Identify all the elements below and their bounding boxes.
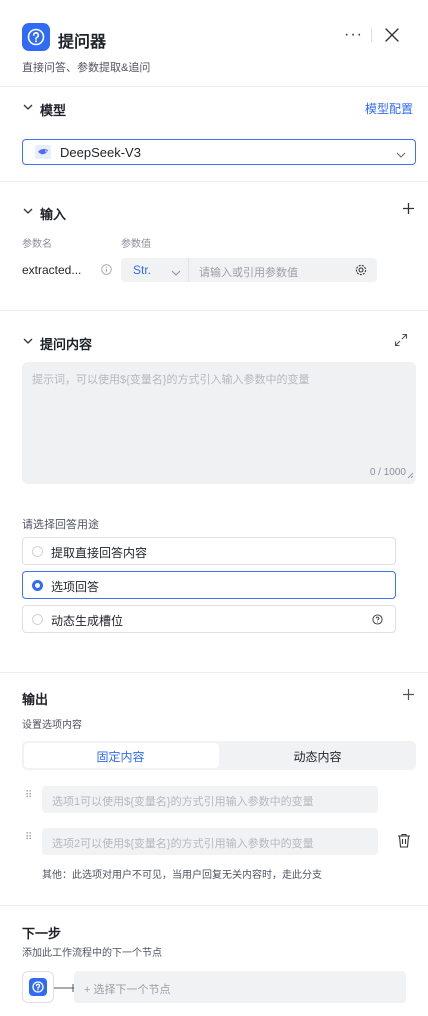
info-icon[interactable]: [101, 264, 112, 278]
divider: [0, 181, 428, 182]
question-node-icon: [29, 978, 47, 996]
tab-dynamic-content[interactable]: 动态内容: [219, 748, 416, 765]
close-icon[interactable]: [384, 27, 400, 46]
resize-handle-icon[interactable]: [407, 468, 414, 482]
output-mode-tabs: 固定内容 动态内容: [22, 741, 416, 770]
selected-model-name: DeepSeek-V3: [60, 145, 141, 160]
radio-button[interactable]: [32, 614, 43, 625]
option1-input[interactable]: 选项1可以使用${变量名}的方式引用输入参数中的变量: [42, 786, 378, 813]
question-textarea[interactable]: 提示词，可以使用${变量名}的方式引入输入参数中的变量 0 / 1000: [22, 362, 416, 484]
model-select[interactable]: DeepSeek-V3: [22, 139, 416, 165]
output-section-title: 输出: [22, 692, 49, 707]
radio-option-direct-answer[interactable]: 提取直接回答内容: [22, 537, 396, 565]
next-section-description: 添加此工作流程中的下一个节点: [22, 948, 162, 959]
param-name: extracted...: [22, 263, 82, 277]
input-section-title: 输入: [40, 207, 67, 222]
param-value-placeholder: 请输入或引用参数值: [199, 267, 298, 279]
param-type-select[interactable]: Str.: [121, 258, 188, 282]
divider: [0, 86, 428, 87]
next-node-select[interactable]: + 选择下一个节点: [74, 971, 406, 1003]
help-icon[interactable]: [372, 614, 383, 628]
tab-fixed-content[interactable]: 固定内容: [22, 748, 219, 765]
question-section-title: 提问内容: [40, 337, 93, 352]
divider: [0, 672, 428, 673]
param-value-input[interactable]: 请输入或引用参数值: [188, 258, 377, 282]
deepseek-logo-icon: [35, 145, 51, 159]
add-output-icon[interactable]: [402, 688, 415, 704]
drag-handle-icon[interactable]: ⠿: [25, 833, 32, 843]
radio-option-dynamic-slot[interactable]: 动态生成槽位: [22, 605, 396, 633]
next-section-title: 下一步: [22, 926, 62, 941]
other-option-note: 其他：此选项对用户不可见，当用户回复无关内容时，走此分支: [42, 870, 322, 881]
chevron-down-icon: [171, 266, 181, 280]
collapse-chevron-icon[interactable]: [22, 205, 34, 220]
model-section-title: 模型: [40, 103, 67, 118]
char-counter: 0 / 1000: [369, 467, 406, 478]
divider: [0, 905, 428, 906]
option1-placeholder: 选项1可以使用${变量名}的方式引用输入参数中的变量: [52, 796, 314, 808]
radio-label: 选项回答: [51, 580, 100, 594]
answer-purpose-label: 请选择回答用途: [22, 519, 99, 531]
collapse-chevron-icon[interactable]: [22, 335, 34, 350]
header-separator: [371, 28, 372, 42]
question-placeholder: 提示词，可以使用${变量名}的方式引入输入参数中的变量: [32, 374, 310, 386]
param-value-header: 参数值: [121, 239, 151, 250]
node-title[interactable]: 提问器: [58, 28, 106, 52]
option2-placeholder: 选项2可以使用${变量名}的方式引用输入参数中的变量: [52, 838, 314, 850]
radio-label: 动态生成槽位: [51, 614, 124, 628]
connector-line-icon: [54, 982, 74, 996]
divider: [0, 310, 428, 311]
question-node-icon: [22, 23, 50, 51]
trash-icon[interactable]: [397, 833, 411, 851]
param-name-header: 参数名: [22, 239, 52, 250]
collapse-chevron-icon[interactable]: [22, 101, 34, 116]
next-node-placeholder: + 选择下一个节点: [84, 984, 171, 996]
option2-input[interactable]: 选项2可以使用${变量名}的方式引用输入参数中的变量: [42, 828, 378, 855]
model-config-link[interactable]: 模型配置: [365, 100, 413, 117]
expand-icon[interactable]: [394, 333, 408, 350]
radio-option-choice-answer[interactable]: 选项回答: [22, 571, 396, 599]
output-sub-label: 设置选项内容: [22, 720, 82, 731]
radio-button[interactable]: [32, 546, 43, 557]
param-type-value: Str.: [133, 263, 152, 277]
radio-button-selected[interactable]: [32, 580, 43, 591]
radio-label: 提取直接回答内容: [51, 546, 148, 560]
chevron-down-icon: [396, 148, 406, 162]
add-input-icon[interactable]: [402, 202, 415, 218]
more-icon[interactable]: ···: [344, 26, 363, 44]
node-subtitle: 直接问答、参数提取&追问: [22, 62, 151, 74]
drag-handle-icon[interactable]: ⠿: [25, 791, 32, 801]
reference-settings-icon[interactable]: [355, 264, 367, 279]
current-node-box: [22, 971, 54, 1003]
